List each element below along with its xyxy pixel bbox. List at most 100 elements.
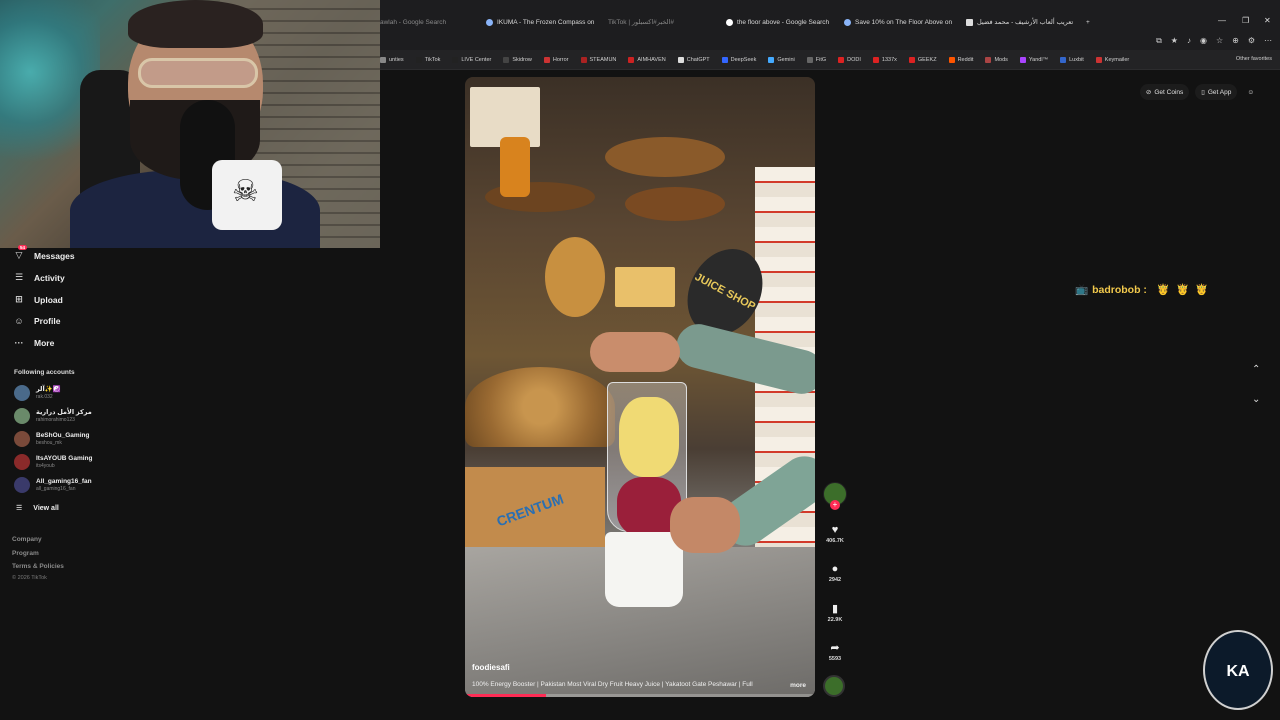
bookmark-favicon-icon (452, 56, 459, 63)
music-disc-avatar[interactable] (823, 675, 845, 697)
footer-link-program[interactable]: Program (12, 550, 39, 557)
share-count: 5593 (828, 656, 842, 662)
video-author[interactable]: foodiesafi (472, 663, 510, 672)
browser-tab[interactable]: تعريب ألعاب الأرشيف - محمد فضيل✕ (966, 14, 1080, 30)
more-button[interactable]: more (790, 682, 806, 688)
get-app-button[interactable]: ▯ Get App (1195, 84, 1238, 100)
other-favorites[interactable]: Other favorites (1236, 56, 1272, 62)
new-tab-button[interactable]: + (1086, 14, 1096, 30)
save-button[interactable]: ▮ 22.9K (822, 602, 848, 623)
browser-tab[interactable]: awlah - Google Search (380, 14, 460, 30)
favorites-icon[interactable]: ☆ (1216, 36, 1223, 46)
following-account[interactable]: BeShOu_Gaming beshou_mk (14, 431, 89, 447)
bookmark-item[interactable]: Gemini (768, 56, 795, 63)
bookmark-favicon-icon (415, 56, 422, 63)
read-aloud-icon[interactable]: ♪ (1187, 36, 1191, 46)
menu-icon[interactable]: ⋯ (1264, 36, 1272, 46)
video-player[interactable]: JUICE SHOP CRENTUM foodiesafi 100% Energ… (465, 77, 815, 697)
view-all-button[interactable]: ☰ View all (16, 504, 59, 513)
comment-icon: ● (831, 563, 839, 575)
juice-carton (615, 267, 675, 307)
bookmark-item[interactable]: Keymailer (1095, 56, 1130, 63)
bookmark-item[interactable]: Skidrow (503, 56, 532, 63)
footer-link-terms[interactable]: Terms & Policies (12, 563, 64, 570)
split-screen-icon[interactable]: ⧉ (1156, 36, 1162, 46)
blender-base (605, 532, 683, 607)
bookmark-label: ChatGPT (686, 56, 710, 63)
following-account[interactable]: ItsAYOUB Gaming its4youb (14, 454, 92, 470)
sidebar-item-activity[interactable]: ☰ Activity (14, 272, 65, 283)
account-name: All_gaming16_fan (36, 478, 92, 485)
close-window-button[interactable]: ✕ (1264, 16, 1271, 25)
bookmark-label: Reddit (957, 56, 974, 63)
top-actions: ⊘ Get Coins ▯ Get App ☺ (1139, 84, 1258, 100)
bookmark-label: FitG (815, 56, 827, 63)
bookmark-label: Keymailer (1104, 56, 1130, 63)
like-button[interactable]: ♥ 406.7K (822, 524, 848, 544)
tab-title: تعريب ألعاب الأرشيف - محمد فضيل (977, 19, 1074, 26)
bookmark-item[interactable]: ChatGPT (677, 56, 710, 63)
share-icon: ➦ (830, 642, 840, 654)
bookmark-item[interactable]: TikTok (415, 56, 440, 63)
bookmark-item[interactable]: Yandl™ (1019, 56, 1049, 63)
sidebar-item-more[interactable]: ··· More (14, 338, 55, 348)
following-account[interactable]: All_gaming16_fan all_gaming16_fan (14, 477, 92, 493)
bookmark-icon: ▮ (831, 603, 839, 615)
upload-icon: ⊞ (15, 294, 23, 304)
sidebar-item-label: Profile (34, 316, 61, 326)
previous-video-button[interactable]: ⌃ (1252, 364, 1260, 375)
collections-icon[interactable]: ⊕ (1232, 36, 1239, 46)
favorite-star-icon[interactable]: ★ (1171, 36, 1178, 46)
get-coins-button[interactable]: ⊘ Get Coins (1139, 84, 1190, 100)
walnut-pile (465, 367, 615, 447)
video-progress-bar[interactable] (465, 694, 815, 697)
comment-button[interactable]: ● 2942 (822, 563, 848, 583)
bookmark-item[interactable]: 1337x (872, 56, 897, 63)
bookmark-item[interactable]: AIMHAVEN (628, 56, 666, 63)
bookmark-item[interactable]: unties (380, 56, 404, 63)
avatar (14, 477, 30, 493)
settings-icon[interactable]: ⚙ (1248, 36, 1255, 46)
profile-avatar-button[interactable]: ☺ (1243, 84, 1258, 100)
account-name: آلر✨☯️ (36, 386, 61, 393)
bookmark-item[interactable]: Horror (543, 56, 569, 63)
bookmark-item[interactable]: LIVE Center (452, 56, 491, 63)
browser-tab[interactable]: Save 10% on The Floor Above on (844, 14, 956, 30)
bookmark-item[interactable]: Reddit (948, 56, 974, 63)
share-button[interactable]: ➦ 5593 (822, 641, 848, 662)
bookmark-item[interactable]: DeepSeek (721, 56, 756, 63)
minimize-button[interactable]: — (1218, 16, 1226, 25)
google-icon (726, 18, 733, 26)
avatar (14, 385, 30, 401)
browser-tab[interactable]: the floor above - Google Search✕ (726, 14, 834, 30)
bookmark-item[interactable]: Mods (985, 56, 1008, 63)
channel-logo: KA (1203, 630, 1273, 710)
extension-icon[interactable]: ◉ (1200, 36, 1207, 46)
vendor-hand (590, 332, 680, 372)
bookmark-label: Yandl™ (1028, 56, 1049, 63)
bookmark-item[interactable]: DODI (838, 56, 861, 63)
sidebar-item-upload[interactable]: ⊞ Upload (14, 294, 63, 305)
following-account[interactable]: آلر✨☯️ rak.032 (14, 385, 61, 401)
maximize-button[interactable]: ❐ (1242, 16, 1249, 25)
sidebar-item-profile[interactable]: ☺ Profile (14, 316, 60, 326)
sidebar-item-label: Activity (34, 272, 65, 283)
browser-tab[interactable]: TikTok | الخبر#اكسبلور# (608, 14, 708, 30)
bookmark-favicon-icon (872, 56, 879, 63)
sidebar-item-messages[interactable]: ▽ 54 Messages (14, 245, 75, 261)
profile-icon: ☺ (14, 316, 24, 326)
follow-plus-icon[interactable]: + (830, 500, 840, 510)
bookmark-label: 1337x (881, 56, 897, 63)
bookmark-favicon-icon (908, 56, 915, 63)
following-account[interactable]: مركز الأمل درارية rahimorahimo123 (14, 408, 92, 424)
account-handle: beshou_mk (36, 440, 62, 446)
streamer-webcam (0, 0, 380, 248)
footer-link-company[interactable]: Company (12, 536, 42, 543)
next-video-button[interactable]: ⌄ (1252, 394, 1260, 405)
bookmark-item[interactable]: Luxbit (1060, 56, 1084, 63)
bookmark-item[interactable]: FitG (806, 56, 827, 63)
bookmark-item[interactable]: GEEKZ (908, 56, 937, 63)
bookmark-item[interactable]: STEAMUN (580, 56, 616, 63)
chat-emotes: 🤴🤴🤴 (1156, 284, 1215, 296)
browser-tab[interactable]: IKUMA - The Frozen Compass on (486, 14, 598, 30)
